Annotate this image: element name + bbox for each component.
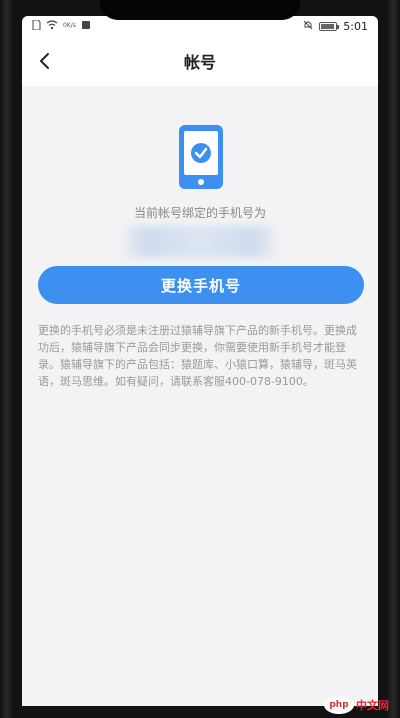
battery-icon [319, 21, 340, 31]
php-logo: php [324, 696, 354, 714]
nav-bar: 帐号 [22, 36, 378, 86]
phone-check-icon [178, 124, 224, 194]
wifi-icon [46, 19, 58, 33]
status-left: 0K/s [32, 19, 90, 33]
bound-phone-number: ••••••••••• [120, 226, 280, 258]
change-notice-text: 更换的手机号必须是未注册过猿辅导旗下产品的新手机号。更换成功后，猿辅导旗下产品会… [38, 324, 357, 388]
mute-icon [303, 20, 313, 33]
page-title: 帐号 [183, 53, 216, 72]
notification-icon [82, 20, 90, 32]
status-time: 5:01 [343, 19, 368, 33]
bound-phone-label: 当前帐号绑定的手机号为 [133, 206, 266, 220]
back-button[interactable] [28, 44, 62, 78]
sim-icon [32, 19, 41, 33]
chevron-left-icon [40, 53, 49, 69]
net-speed: 0K/s [63, 22, 76, 29]
status-right: 5:01 [303, 20, 368, 33]
phone-frame: 0K/s 5:01 帐号 当前帐号绑定的手机号为 更换手机号 更换的手机号必须是… [0, 0, 400, 718]
watermark-suffix: 中文网 [356, 699, 389, 712]
app-screen: 0K/s 5:01 帐号 当前帐号绑定的手机号为 更换手机号 更换的手机号必须是… [22, 16, 378, 706]
camera-notch [100, 0, 300, 20]
change-phone-button[interactable]: 更换手机号 [38, 266, 364, 304]
php-watermark: php 中文网 [324, 694, 392, 716]
